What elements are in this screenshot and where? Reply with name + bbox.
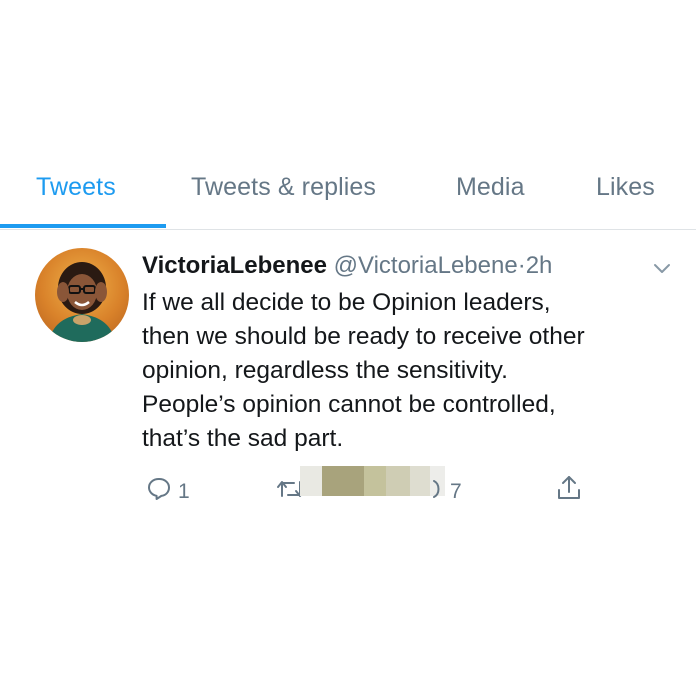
like-button[interactable]: 7 <box>432 476 462 508</box>
tweet-actions: 1 7 <box>0 466 696 508</box>
tweet[interactable]: VictoriaLebenee @VictoriaLebene·2h If we… <box>0 230 696 530</box>
user-handle[interactable]: @VictoriaLebene <box>334 252 518 279</box>
reply-count: 1 <box>178 480 190 503</box>
tab-tweets[interactable]: Tweets <box>36 173 116 202</box>
chevron-down-icon[interactable] <box>650 256 674 280</box>
tweet-text-line: People’s opinion cannot be controlled, <box>142 391 556 418</box>
profile-timeline: Tweets Tweets & replies Media Likes Vict… <box>0 0 696 687</box>
tweet-text-line: then we should be ready to receive other <box>142 323 585 350</box>
reply-icon <box>146 476 172 508</box>
separator-dot: · <box>517 252 526 279</box>
tab-media[interactable]: Media <box>456 173 525 202</box>
redaction-blur <box>300 466 445 496</box>
tab-likes[interactable]: Likes <box>596 173 655 202</box>
tweet-text: If we all decide to be Opinion leaders, … <box>142 286 682 456</box>
tab-tweets-and-replies[interactable]: Tweets & replies <box>191 173 376 202</box>
avatar-image <box>49 262 115 342</box>
share-icon <box>556 474 582 508</box>
profile-tabs: Tweets Tweets & replies Media Likes <box>0 165 696 230</box>
tweet-header: VictoriaLebenee @VictoriaLebene·2h <box>142 252 552 280</box>
tweet-text-line: opinion, regardless the sensitivity. <box>142 357 508 384</box>
avatar[interactable] <box>35 248 129 342</box>
tweet-text-line: that’s the sad part. <box>142 425 344 452</box>
like-count: 7 <box>450 480 462 503</box>
tweet-timestamp[interactable]: 2h <box>526 252 553 279</box>
tweet-text-line: If we all decide to be Opinion leaders, <box>142 289 551 316</box>
reply-button[interactable]: 1 <box>146 476 190 508</box>
display-name[interactable]: VictoriaLebenee <box>142 252 327 279</box>
like-icon <box>432 476 444 508</box>
active-tab-indicator <box>0 224 166 228</box>
share-button[interactable] <box>556 474 582 508</box>
